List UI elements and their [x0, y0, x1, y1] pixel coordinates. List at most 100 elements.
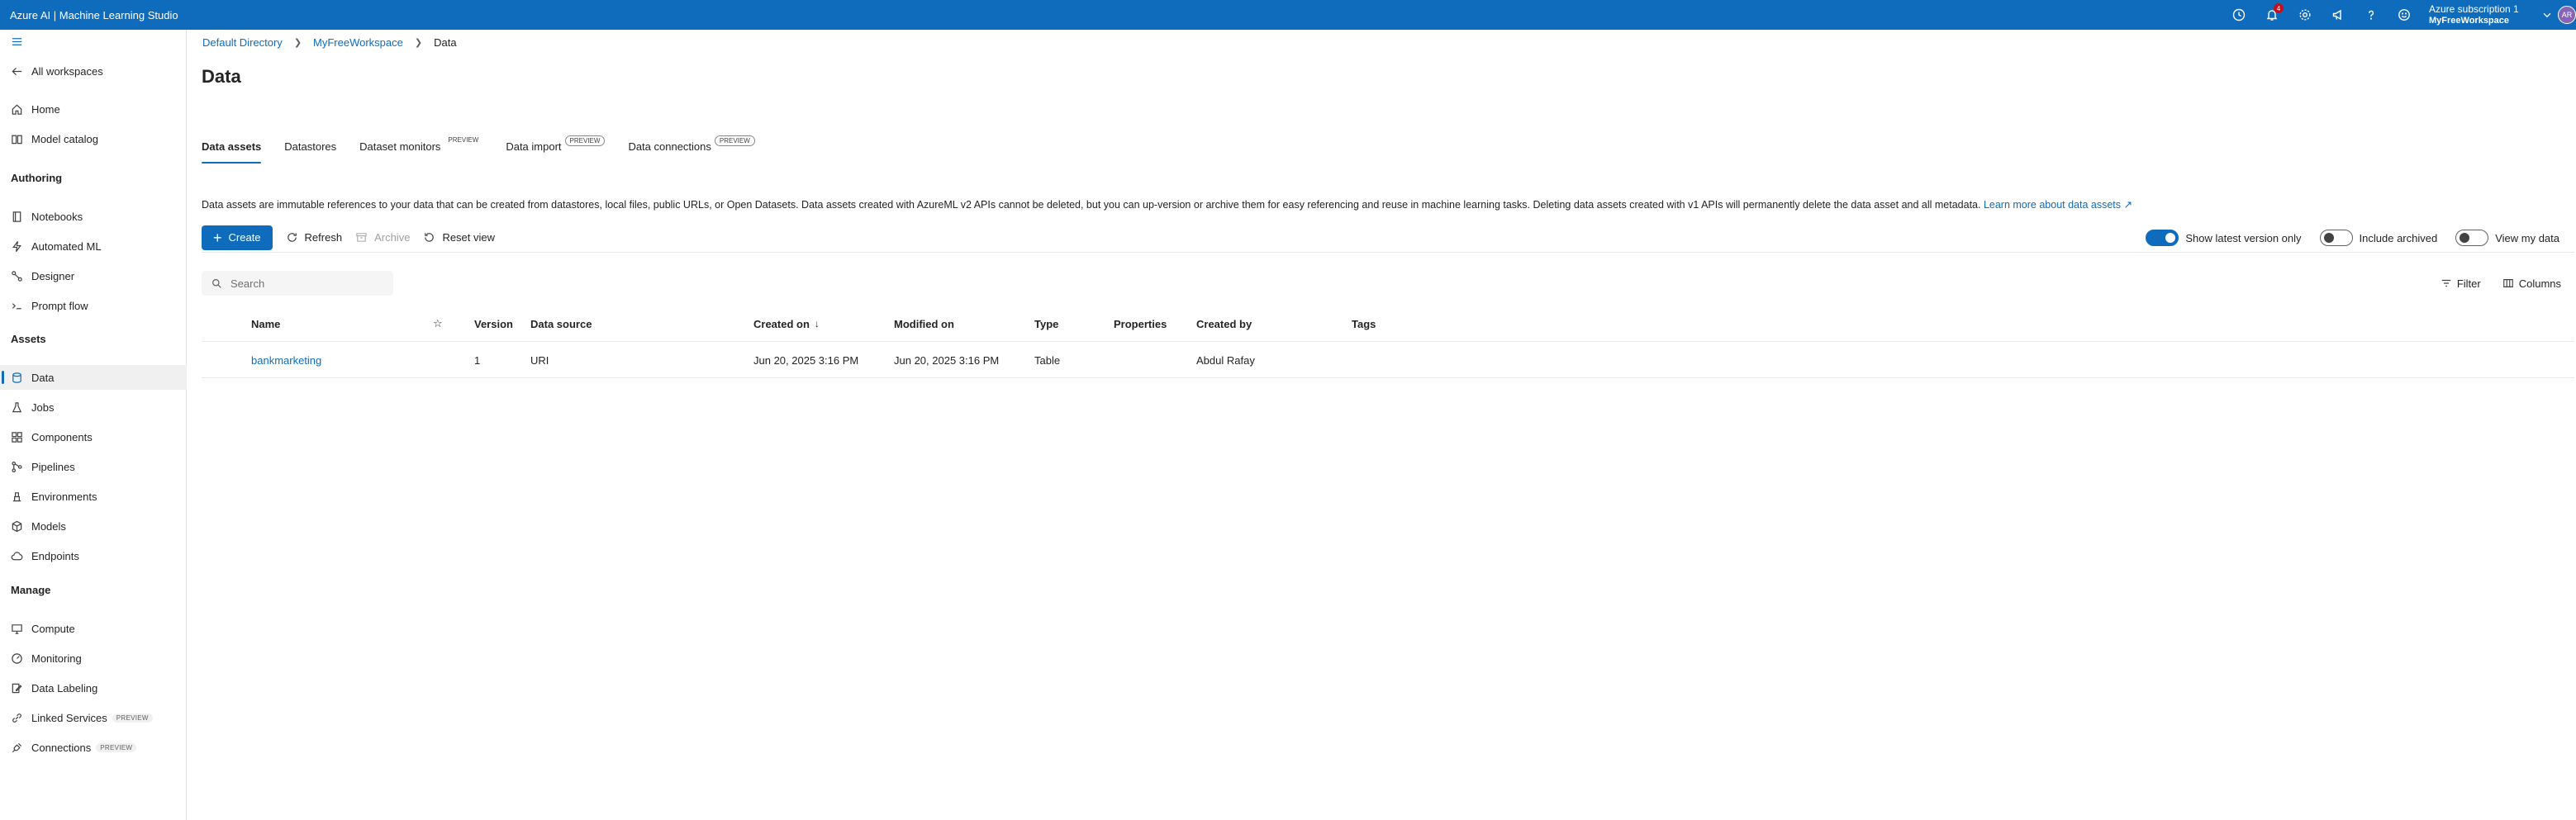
subscription-name: Azure subscription 1: [2429, 2, 2519, 15]
arrow-left-icon: [10, 64, 23, 78]
tab-dataset-monitors[interactable]: Dataset monitors PREVIEW: [359, 135, 482, 164]
search-box[interactable]: [202, 271, 393, 296]
components-icon: [10, 430, 23, 443]
filter-button[interactable]: Filter: [2441, 277, 2481, 290]
tab-label: Data connections: [628, 140, 711, 153]
columns-button[interactable]: Columns: [2502, 277, 2561, 290]
plug-icon: [10, 741, 23, 754]
section-heading-assets: Assets: [11, 333, 46, 345]
column-header-type[interactable]: Type: [1034, 306, 1058, 342]
sidebar-item-environments[interactable]: Environments: [0, 484, 187, 509]
sidebar-item-connections[interactable]: Connections PREVIEW: [0, 735, 187, 760]
preview-badge: PREVIEW: [564, 135, 606, 146]
star-icon[interactable]: ☆: [433, 306, 443, 342]
sidebar-item-label: Compute: [31, 622, 75, 635]
external-link-icon: ↗: [2123, 199, 2132, 211]
sidebar-item-notebooks[interactable]: Notebooks: [0, 204, 187, 229]
preview-badge: PREVIEW: [448, 136, 479, 144]
app-title[interactable]: Azure AI | Machine Learning Studio: [10, 9, 178, 21]
table-row[interactable]: bankmarketing 1 URI Jun 20, 2025 3:16 PM…: [202, 342, 2574, 378]
switch-on[interactable]: [2146, 230, 2179, 246]
sidebar-item-models[interactable]: Models: [0, 514, 187, 538]
designer-icon: [10, 269, 23, 282]
column-label: Created on: [753, 317, 810, 330]
sidebar-item-label: Data: [31, 371, 55, 384]
sidebar-item-prompt-flow[interactable]: Prompt flow: [0, 293, 187, 318]
search-input[interactable]: [231, 277, 387, 290]
switch-off[interactable]: [2455, 230, 2489, 246]
sidebar-item-label: Pipelines: [31, 460, 75, 473]
history-icon[interactable]: [2222, 0, 2255, 30]
sidebar-item-data[interactable]: Data: [0, 365, 187, 390]
column-header-version[interactable]: Version: [474, 306, 513, 342]
chevron-right-icon: ❯: [414, 38, 423, 48]
sidebar-item-model-catalog[interactable]: Model catalog: [0, 126, 187, 151]
plus-icon: +: [213, 229, 222, 246]
sidebar-item-all-workspaces[interactable]: All workspaces: [0, 59, 187, 83]
switch-off[interactable]: [2319, 230, 2353, 246]
toggle-view-my-data[interactable]: View my data: [2455, 230, 2559, 246]
sidebar-item-endpoints[interactable]: Endpoints: [0, 543, 187, 568]
column-header-modified-on[interactable]: Modified on: [894, 306, 954, 342]
toggle-include-archived[interactable]: Include archived: [2319, 230, 2437, 246]
sidebar-item-jobs[interactable]: Jobs: [0, 395, 187, 419]
tab-datastores[interactable]: Datastores: [284, 135, 336, 164]
sidebar-item-compute[interactable]: Compute: [0, 616, 187, 641]
bell-icon[interactable]: 4: [2255, 0, 2288, 30]
sidebar-item-label: Designer: [31, 269, 75, 282]
megaphone-icon[interactable]: [2322, 0, 2355, 30]
chevron-right-icon: ❯: [293, 38, 302, 48]
column-header-created-on[interactable]: Created on ↓: [753, 306, 820, 342]
tab-data-connections[interactable]: Data connections PREVIEW: [628, 135, 755, 164]
sidebar-item-label: Prompt flow: [31, 299, 88, 312]
sidebar-item-label: Linked Services: [31, 711, 107, 724]
sidebar-item-automated-ml[interactable]: Automated ML: [0, 234, 187, 258]
tab-data-assets[interactable]: Data assets: [202, 135, 262, 164]
tab-label: Dataset monitors: [359, 140, 441, 153]
column-header-created-by[interactable]: Created by: [1196, 306, 1252, 342]
sidebar-item-designer[interactable]: Designer: [0, 263, 187, 288]
breadcrumb-workspace[interactable]: MyFreeWorkspace: [313, 36, 403, 49]
sidebar-item-label: Data Labeling: [31, 681, 98, 694]
column-header-data-source[interactable]: Data source: [530, 306, 592, 342]
refresh-icon: [287, 233, 297, 242]
sidebar-item-components[interactable]: Components: [0, 424, 187, 449]
column-header-tags[interactable]: Tags: [1352, 306, 1376, 342]
main-content: Default Directory ❯ MyFreeWorkspace ❯ Da…: [192, 30, 2576, 820]
gear-icon[interactable]: [2288, 0, 2322, 30]
reset-view-button[interactable]: Reset view: [423, 225, 495, 250]
toggle-latest-version[interactable]: Show latest version only: [2146, 230, 2302, 246]
refresh-button[interactable]: Refresh: [286, 225, 343, 250]
sidebar-item-monitoring[interactable]: Monitoring: [0, 646, 187, 671]
chevron-down-icon[interactable]: [2536, 0, 2558, 30]
create-label: Create: [228, 231, 261, 244]
notification-badge: 4: [2274, 3, 2284, 13]
create-button[interactable]: + Create: [202, 225, 273, 250]
description-text: Data assets are immutable references to …: [202, 199, 1981, 211]
sidebar-item-home[interactable]: Home: [0, 97, 187, 121]
column-header-name[interactable]: Name: [251, 306, 280, 342]
help-icon[interactable]: [2355, 0, 2388, 30]
learn-more-label: Learn more about data assets: [1983, 199, 2122, 211]
archive-button[interactable]: Archive: [355, 225, 410, 250]
subscription-switcher[interactable]: Azure subscription 1 MyFreeWorkspace: [2429, 2, 2536, 26]
tab-data-import[interactable]: Data import PREVIEW: [506, 135, 606, 164]
breadcrumb: Default Directory ❯ MyFreeWorkspace ❯ Da…: [202, 36, 457, 49]
smiley-icon[interactable]: [2388, 0, 2421, 30]
hamburger-menu[interactable]: [0, 31, 187, 51]
learn-more-link[interactable]: Learn more about data assets ↗: [1984, 199, 2132, 211]
cell-name-link[interactable]: bankmarketing: [251, 342, 321, 378]
sidebar-item-label: Automated ML: [31, 239, 102, 253]
column-header-properties[interactable]: Properties: [1114, 306, 1167, 342]
breadcrumb-directory[interactable]: Default Directory: [202, 36, 283, 49]
search-icon: [212, 278, 221, 288]
cell-version: 1: [474, 353, 481, 367]
sidebar-item-linked-services[interactable]: Linked Services PREVIEW: [0, 705, 187, 730]
sidebar-item-label: All workspaces: [31, 64, 103, 78]
refresh-label: Refresh: [304, 231, 343, 244]
cube-icon: [10, 519, 23, 533]
sidebar-item-label: Connections: [31, 741, 92, 754]
avatar[interactable]: AR: [2558, 6, 2576, 24]
sidebar-item-pipelines[interactable]: Pipelines: [0, 454, 187, 479]
sidebar-item-data-labeling[interactable]: Data Labeling: [0, 675, 187, 700]
